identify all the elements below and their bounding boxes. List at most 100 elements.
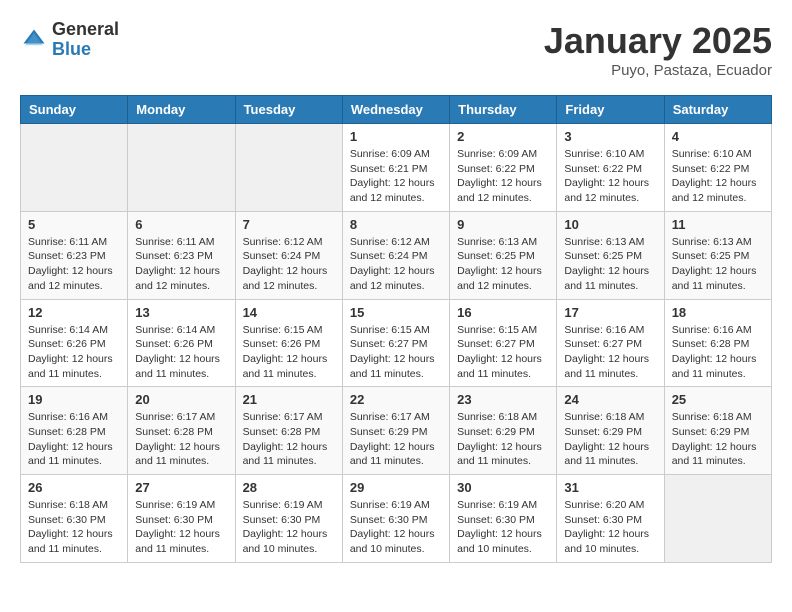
- location-text: Puyo, Pastaza, Ecuador: [544, 62, 772, 79]
- day-info: Sunrise: 6:16 AM Sunset: 6:28 PM Dayligh…: [28, 410, 120, 469]
- day-number: 20: [135, 392, 227, 407]
- day-number: 30: [457, 480, 549, 495]
- calendar-day-cell: 14Sunrise: 6:15 AM Sunset: 6:26 PM Dayli…: [235, 299, 342, 387]
- day-info: Sunrise: 6:16 AM Sunset: 6:28 PM Dayligh…: [672, 323, 764, 382]
- day-number: 19: [28, 392, 120, 407]
- calendar-day-cell: 22Sunrise: 6:17 AM Sunset: 6:29 PM Dayli…: [342, 387, 449, 475]
- calendar-day-cell: 31 Sunrise: 6:20 AM Sunset: 6:30 PM Dayli…: [557, 475, 664, 563]
- calendar-day-cell: 13 Sunrise: 6:14 AM Sunset: 6:26 PM Dayli…: [128, 299, 235, 387]
- calendar-day-cell: 12 Sunrise: 6:14 AM Sunset: 6:26 PM Dayli…: [21, 299, 128, 387]
- calendar-day-cell: 6 Sunrise: 6:11 AM Sunset: 6:23 PM Daylig…: [128, 211, 235, 299]
- day-info: Sunrise: 6:14 AM Sunset: 6:26 PM Dayligh…: [135, 323, 227, 382]
- calendar-day-cell: 20 Sunrise: 6:17 AM Sunset: 6:28 PM Dayli…: [128, 387, 235, 475]
- logo-icon: [20, 26, 48, 54]
- calendar-day-cell: 15Sunrise: 6:15 AM Sunset: 6:27 PM Dayli…: [342, 299, 449, 387]
- calendar-day-cell: 18 Sunrise: 6:16 AM Sunset: 6:28 PM Dayli…: [664, 299, 771, 387]
- calendar-day-cell: 29Sunrise: 6:19 AM Sunset: 6:30 PM Dayli…: [342, 475, 449, 563]
- calendar-day-cell: 9 Sunrise: 6:13 AM Sunset: 6:25 PM Daylig…: [450, 211, 557, 299]
- day-of-week-header: Tuesday: [235, 96, 342, 124]
- day-info: Sunrise: 6:17 AM Sunset: 6:28 PM Dayligh…: [243, 410, 335, 469]
- calendar-day-cell: 26 Sunrise: 6:18 AM Sunset: 6:30 PM Dayli…: [21, 475, 128, 563]
- day-number: 29: [350, 480, 442, 495]
- day-info: Sunrise: 6:15 AM Sunset: 6:27 PM Dayligh…: [350, 323, 442, 382]
- logo-text: General Blue: [52, 20, 119, 60]
- day-info: Sunrise: 6:10 AM Sunset: 6:22 PM Dayligh…: [564, 147, 656, 206]
- logo-blue-text: Blue: [52, 40, 119, 60]
- day-number: 9: [457, 217, 549, 232]
- day-number: 23: [457, 392, 549, 407]
- calendar-day-cell: 10 Sunrise: 6:13 AM Sunset: 6:25 PM Dayli…: [557, 211, 664, 299]
- page-header: General Blue January 2025 Puyo, Pastaza,…: [20, 20, 772, 79]
- month-title: January 2025: [544, 20, 772, 62]
- day-number: 14: [243, 305, 335, 320]
- calendar-day-cell: 19 Sunrise: 6:16 AM Sunset: 6:28 PM Dayli…: [21, 387, 128, 475]
- calendar-day-cell: 27 Sunrise: 6:19 AM Sunset: 6:30 PM Dayli…: [128, 475, 235, 563]
- day-of-week-header: Monday: [128, 96, 235, 124]
- day-number: 5: [28, 217, 120, 232]
- day-number: 6: [135, 217, 227, 232]
- day-number: 12: [28, 305, 120, 320]
- calendar-day-cell: 16Sunrise: 6:15 AM Sunset: 6:27 PM Dayli…: [450, 299, 557, 387]
- day-number: 16: [457, 305, 549, 320]
- day-info: Sunrise: 6:11 AM Sunset: 6:23 PM Dayligh…: [28, 235, 120, 294]
- day-of-week-header: Friday: [557, 96, 664, 124]
- day-info: Sunrise: 6:19 AM Sunset: 6:30 PM Dayligh…: [457, 498, 549, 557]
- logo-general-text: General: [52, 20, 119, 40]
- calendar-day-cell: 1Sunrise: 6:09 AM Sunset: 6:21 PM Daylig…: [342, 124, 449, 212]
- calendar-day-cell: [128, 124, 235, 212]
- day-info: Sunrise: 6:14 AM Sunset: 6:26 PM Dayligh…: [28, 323, 120, 382]
- calendar-day-cell: [21, 124, 128, 212]
- day-of-week-header: Thursday: [450, 96, 557, 124]
- day-info: Sunrise: 6:20 AM Sunset: 6:30 PM Dayligh…: [564, 498, 656, 557]
- day-number: 17: [564, 305, 656, 320]
- day-info: Sunrise: 6:18 AM Sunset: 6:29 PM Dayligh…: [457, 410, 549, 469]
- calendar-day-cell: 8 Sunrise: 6:12 AM Sunset: 6:24 PM Daylig…: [342, 211, 449, 299]
- day-number: 25: [672, 392, 764, 407]
- day-info: Sunrise: 6:18 AM Sunset: 6:30 PM Dayligh…: [28, 498, 120, 557]
- calendar-day-cell: 4 Sunrise: 6:10 AM Sunset: 6:22 PM Daylig…: [664, 124, 771, 212]
- calendar-week-row: 26 Sunrise: 6:18 AM Sunset: 6:30 PM Dayli…: [21, 475, 772, 563]
- day-number: 26: [28, 480, 120, 495]
- day-info: Sunrise: 6:17 AM Sunset: 6:28 PM Dayligh…: [135, 410, 227, 469]
- day-info: Sunrise: 6:11 AM Sunset: 6:23 PM Dayligh…: [135, 235, 227, 294]
- day-info: Sunrise: 6:09 AM Sunset: 6:21 PM Dayligh…: [350, 147, 442, 206]
- calendar-day-cell: 11 Sunrise: 6:13 AM Sunset: 6:25 PM Dayli…: [664, 211, 771, 299]
- calendar-day-cell: 2 Sunrise: 6:09 AM Sunset: 6:22 PM Daylig…: [450, 124, 557, 212]
- calendar-week-row: 5 Sunrise: 6:11 AM Sunset: 6:23 PM Daylig…: [21, 211, 772, 299]
- day-number: 4: [672, 129, 764, 144]
- calendar-week-row: 12 Sunrise: 6:14 AM Sunset: 6:26 PM Dayli…: [21, 299, 772, 387]
- day-number: 21: [243, 392, 335, 407]
- title-block: January 2025 Puyo, Pastaza, Ecuador: [544, 20, 772, 79]
- calendar-day-cell: 30 Sunrise: 6:19 AM Sunset: 6:30 PM Dayli…: [450, 475, 557, 563]
- day-number: 18: [672, 305, 764, 320]
- calendar-day-cell: 7 Sunrise: 6:12 AM Sunset: 6:24 PM Daylig…: [235, 211, 342, 299]
- calendar-week-row: 19 Sunrise: 6:16 AM Sunset: 6:28 PM Dayli…: [21, 387, 772, 475]
- day-info: Sunrise: 6:19 AM Sunset: 6:30 PM Dayligh…: [243, 498, 335, 557]
- day-number: 11: [672, 217, 764, 232]
- day-info: Sunrise: 6:18 AM Sunset: 6:29 PM Dayligh…: [672, 410, 764, 469]
- day-info: Sunrise: 6:09 AM Sunset: 6:22 PM Dayligh…: [457, 147, 549, 206]
- calendar-table: SundayMondayTuesdayWednesdayThursdayFrid…: [20, 95, 772, 563]
- day-info: Sunrise: 6:12 AM Sunset: 6:24 PM Dayligh…: [243, 235, 335, 294]
- day-number: 27: [135, 480, 227, 495]
- day-number: 2: [457, 129, 549, 144]
- day-info: Sunrise: 6:10 AM Sunset: 6:22 PM Dayligh…: [672, 147, 764, 206]
- calendar-day-cell: 23 Sunrise: 6:18 AM Sunset: 6:29 PM Dayli…: [450, 387, 557, 475]
- day-number: 10: [564, 217, 656, 232]
- day-number: 7: [243, 217, 335, 232]
- day-info: Sunrise: 6:13 AM Sunset: 6:25 PM Dayligh…: [672, 235, 764, 294]
- day-of-week-header: Sunday: [21, 96, 128, 124]
- day-number: 28: [243, 480, 335, 495]
- calendar-week-row: 1Sunrise: 6:09 AM Sunset: 6:21 PM Daylig…: [21, 124, 772, 212]
- day-number: 31: [564, 480, 656, 495]
- day-number: 13: [135, 305, 227, 320]
- day-info: Sunrise: 6:19 AM Sunset: 6:30 PM Dayligh…: [135, 498, 227, 557]
- day-info: Sunrise: 6:13 AM Sunset: 6:25 PM Dayligh…: [564, 235, 656, 294]
- day-number: 8: [350, 217, 442, 232]
- calendar-day-cell: 28 Sunrise: 6:19 AM Sunset: 6:30 PM Dayli…: [235, 475, 342, 563]
- day-info: Sunrise: 6:12 AM Sunset: 6:24 PM Dayligh…: [350, 235, 442, 294]
- day-number: 22: [350, 392, 442, 407]
- day-info: Sunrise: 6:16 AM Sunset: 6:27 PM Dayligh…: [564, 323, 656, 382]
- day-of-week-header: Saturday: [664, 96, 771, 124]
- day-info: Sunrise: 6:13 AM Sunset: 6:25 PM Dayligh…: [457, 235, 549, 294]
